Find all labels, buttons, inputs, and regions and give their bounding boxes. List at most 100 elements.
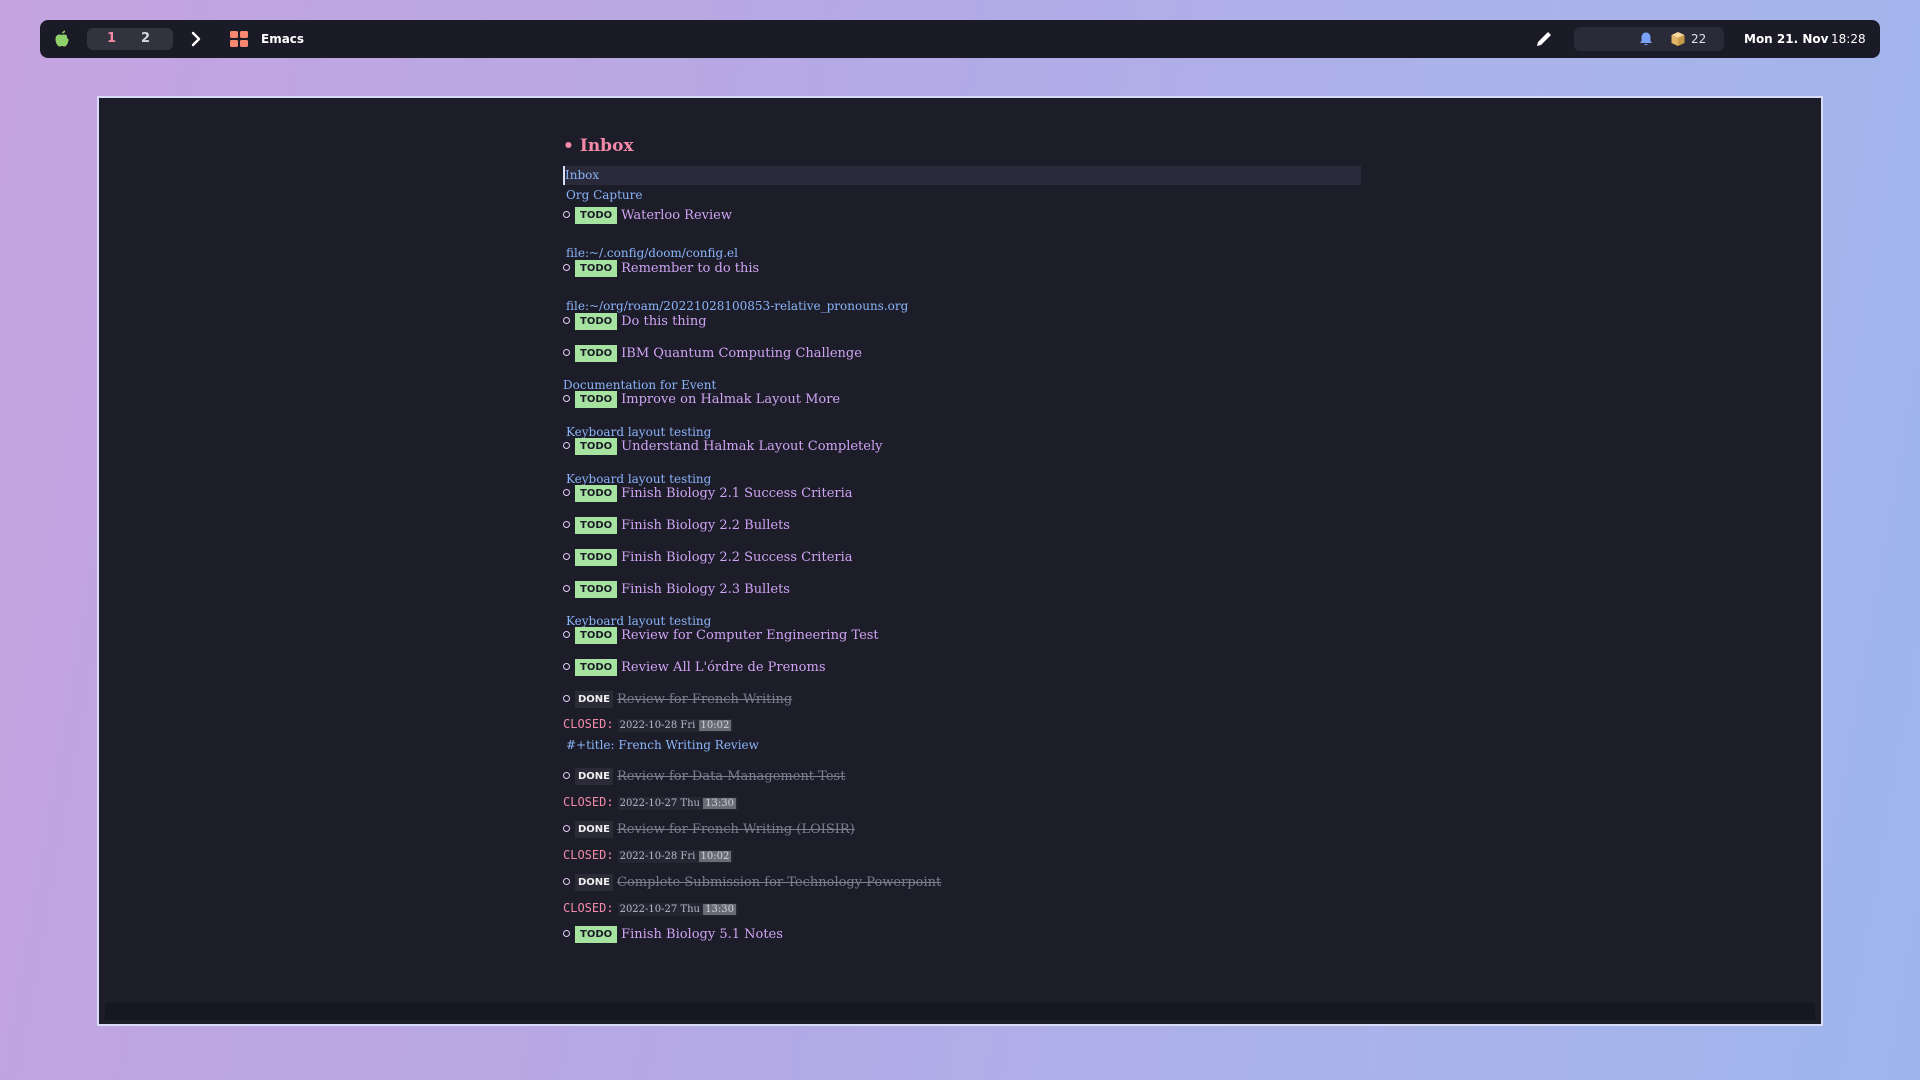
item-title: Remember to do this	[621, 261, 760, 276]
timestamp[interactable]: 2022-10-28 Fri 10:02	[617, 719, 734, 732]
bullet-icon	[563, 663, 570, 670]
closed-timestamp: CLOSED: 2022-10-28 Fri 10:02	[563, 717, 734, 732]
current-line-highlight	[563, 166, 1361, 185]
item-title: Do this thing	[621, 314, 707, 329]
bullet-icon	[563, 825, 570, 832]
todo-item[interactable]: TODO Finish Biology 2.3 Bullets	[563, 581, 790, 598]
org-buffer[interactable]: • Inbox Inbox Org Capture TODO Waterloo Re…	[563, 98, 1363, 1028]
mode-line	[105, 1003, 1815, 1020]
date-display: Mon 21. Nov	[1744, 32, 1829, 46]
todo-item[interactable]: TODO Finish Biology 2.1 Success Criteria	[563, 485, 853, 502]
todo-item[interactable]: TODO Review for Computer Engineering Test	[563, 627, 879, 644]
item-title: Review for Computer Engineering Test	[621, 628, 879, 643]
todo-keyword[interactable]: TODO	[575, 581, 618, 598]
todo-keyword[interactable]: TODO	[575, 391, 618, 408]
package-icon[interactable]	[1670, 20, 1686, 58]
inbox-heading: • Inbox	[563, 136, 634, 156]
item-title: Understand Halmak Layout Completely	[621, 439, 883, 454]
closed-label: CLOSED:	[563, 717, 614, 731]
timestamp-date: 2022-10-28 Fri	[619, 851, 696, 862]
todo-item[interactable]: TODO Finish Biology 2.2 Success Criteria	[563, 549, 853, 566]
org-link[interactable]: file:~/.config/doom/config.el	[566, 246, 738, 260]
item-title: IBM Quantum Computing Challenge	[621, 346, 862, 361]
done-item[interactable]: DONE Review for Data Management Test	[563, 768, 845, 785]
timestamp[interactable]: 2022-10-28 Fri 10:02	[617, 850, 734, 863]
item-title: Finish Biology 2.2 Success Criteria	[621, 550, 853, 565]
todo-keyword[interactable]: TODO	[575, 549, 618, 566]
done-item[interactable]: DONE Review for French Writing	[563, 691, 792, 708]
done-keyword[interactable]: DONE	[575, 821, 614, 838]
bullet-icon	[563, 521, 570, 528]
bullet-icon	[563, 772, 570, 779]
space-2[interactable]: 2	[141, 28, 150, 50]
closed-timestamp: CLOSED: 2022-10-27 Thu 13:30	[563, 901, 738, 916]
todo-keyword[interactable]: TODO	[575, 627, 618, 644]
app-grid-icon[interactable]	[229, 20, 249, 58]
timestamp-date: 2022-10-28 Fri	[619, 720, 696, 731]
closed-label: CLOSED:	[563, 795, 614, 809]
todo-item[interactable]: TODO Do this thing	[563, 313, 707, 330]
done-item[interactable]: DONE Review for French Writing (LOISIR)	[563, 821, 855, 838]
todo-item[interactable]: TODO Improve on Halmak Layout More	[563, 391, 840, 408]
todo-keyword[interactable]: TODO	[575, 260, 618, 277]
todo-keyword[interactable]: TODO	[575, 438, 618, 455]
cursor-line-text[interactable]: Inbox	[563, 166, 599, 185]
closed-timestamp: CLOSED: 2022-10-27 Thu 13:30	[563, 795, 738, 810]
timestamp[interactable]: 2022-10-27 Thu 13:30	[617, 903, 738, 916]
item-title: Review All L'órdre de Prenoms	[621, 660, 826, 675]
todo-keyword[interactable]: TODO	[575, 345, 618, 362]
apple-icon[interactable]	[54, 20, 70, 58]
bullet-icon	[563, 211, 570, 218]
bullet-icon	[563, 442, 570, 449]
done-keyword[interactable]: DONE	[575, 874, 614, 891]
org-link[interactable]: Keyboard layout testing	[566, 472, 711, 486]
todo-item[interactable]: TODO IBM Quantum Computing Challenge	[563, 345, 862, 362]
item-title: Review for French Writing (LOISIR)	[617, 822, 855, 837]
bell-icon[interactable]	[1638, 20, 1654, 58]
todo-keyword[interactable]: TODO	[575, 659, 618, 676]
space-switcher: 1 2	[87, 28, 173, 50]
bullet-icon	[563, 631, 570, 638]
todo-item[interactable]: TODO Finish Biology 2.2 Bullets	[563, 517, 790, 534]
org-link[interactable]: file:~/org/roam/20221028100853-relative_…	[566, 299, 908, 313]
bullet-icon	[563, 878, 570, 885]
item-title: Complete Submission for Technology Power…	[617, 875, 942, 890]
todo-item[interactable]: TODO Remember to do this	[563, 260, 759, 277]
todo-item[interactable]: TODO Understand Halmak Layout Completely	[563, 438, 882, 455]
bullet-icon	[563, 489, 570, 496]
todo-keyword[interactable]: TODO	[575, 485, 618, 502]
package-count: 22	[1691, 32, 1707, 46]
timestamp-time: 13:30	[703, 798, 736, 809]
org-capture-link[interactable]: Org Capture	[566, 188, 642, 202]
done-item[interactable]: DONE Complete Submission for Technology P…	[563, 874, 941, 891]
todo-item[interactable]: TODO Review All L'órdre de Prenoms	[563, 659, 826, 676]
todo-item[interactable]: TODO Waterloo Review	[563, 207, 732, 224]
timestamp-date: 2022-10-27 Thu	[619, 798, 700, 809]
time-display: 18:28	[1831, 32, 1866, 46]
todo-keyword[interactable]: TODO	[575, 926, 618, 943]
done-keyword[interactable]: DONE	[575, 768, 614, 785]
org-link[interactable]: Documentation for Event	[563, 378, 716, 392]
bullet-icon	[563, 395, 570, 402]
pencil-icon[interactable]	[1534, 20, 1554, 58]
todo-keyword[interactable]: TODO	[575, 207, 618, 224]
org-link[interactable]: Keyboard layout testing	[566, 614, 711, 628]
todo-keyword[interactable]: TODO	[575, 313, 618, 330]
active-app-name: Emacs	[261, 32, 305, 46]
bullet-icon	[563, 930, 570, 937]
org-link[interactable]: Keyboard layout testing	[566, 425, 711, 439]
emacs-window: • Inbox Inbox Org Capture TODO Waterloo Re…	[97, 96, 1823, 1026]
item-title: Waterloo Review	[621, 208, 732, 223]
item-title: Finish Biology 5.1 Notes	[621, 927, 783, 942]
closed-label: CLOSED:	[563, 901, 614, 915]
chevron-right-icon	[190, 20, 202, 58]
org-link[interactable]: #+title: French Writing Review	[566, 738, 759, 752]
done-keyword[interactable]: DONE	[575, 691, 614, 708]
bullet-icon	[563, 264, 570, 271]
bullet-icon	[563, 695, 570, 702]
todo-item[interactable]: TODO Finish Biology 5.1 Notes	[563, 926, 783, 943]
space-1[interactable]: 1	[107, 28, 116, 50]
todo-keyword[interactable]: TODO	[575, 517, 618, 534]
closed-label: CLOSED:	[563, 848, 614, 862]
timestamp[interactable]: 2022-10-27 Thu 13:30	[617, 797, 738, 810]
